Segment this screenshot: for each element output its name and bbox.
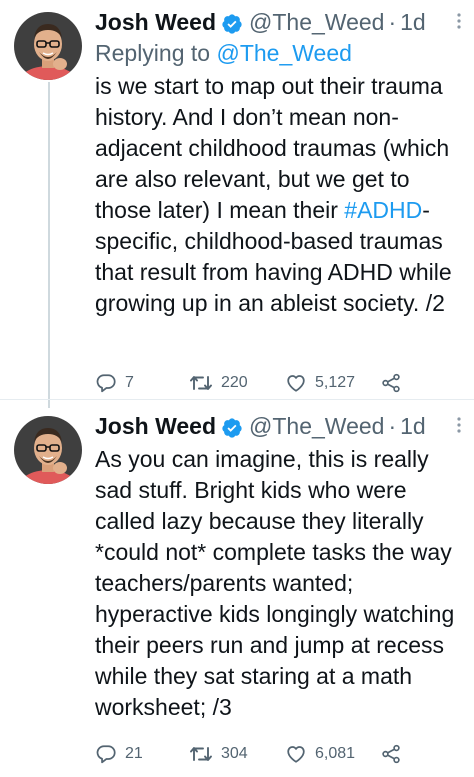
heart-icon	[285, 743, 307, 765]
hashtag-link[interactable]: #ADHD	[344, 197, 422, 223]
reply-icon	[95, 743, 117, 765]
author-handle[interactable]: @The_Weed	[249, 410, 384, 442]
retweet-button[interactable]: 304	[189, 743, 248, 765]
author-handle[interactable]: @The_Weed	[249, 6, 384, 38]
tweet-timestamp[interactable]: 1d	[400, 6, 426, 38]
reply-button[interactable]: 7	[95, 372, 134, 394]
retweet-button[interactable]: 220	[189, 372, 248, 394]
like-button[interactable]: 6,081	[285, 743, 355, 765]
replying-to-line: Replying to @The_Weed	[95, 38, 460, 69]
verified-badge-icon	[221, 11, 243, 34]
heart-icon	[285, 372, 307, 394]
reply-button[interactable]: 21	[95, 743, 143, 765]
like-count: 6,081	[315, 745, 356, 762]
display-name[interactable]: Josh Weed	[95, 6, 216, 38]
like-count: 5,127	[315, 374, 356, 391]
tweet-thread: Josh Weed @The_Weed · 1d Replying to @Th…	[0, 0, 474, 777]
share-button[interactable]	[380, 743, 402, 765]
tweet-text: As you can imagine, this is really sad s…	[95, 446, 455, 720]
reply-count: 21	[125, 745, 143, 762]
replying-to-label: Replying to	[95, 40, 211, 66]
display-name[interactable]: Josh Weed	[95, 410, 216, 442]
reply-mention-link[interactable]: @The_Weed	[216, 40, 351, 66]
tweet-content: Josh Weed @The_Weed · 1d Replying to @Th…	[95, 6, 462, 393]
retweet-icon	[189, 372, 213, 394]
header-separator: ·	[388, 9, 397, 35]
tweet-timestamp[interactable]: 1d	[400, 410, 426, 442]
header-separator: ·	[388, 413, 397, 439]
verified-badge-icon	[221, 415, 243, 438]
retweet-count: 220	[221, 374, 248, 391]
reply-count: 7	[125, 374, 134, 391]
tweet-content: Josh Weed @The_Weed · 1d As you can imag…	[95, 410, 462, 764]
tweet[interactable]: Josh Weed @The_Weed · 1d As you can imag…	[0, 400, 474, 777]
retweet-icon	[189, 743, 213, 765]
more-options-icon[interactable]	[456, 12, 462, 30]
tweet-text: is we start to map out their trauma hist…	[95, 71, 460, 319]
like-button[interactable]: 5,127	[285, 372, 355, 394]
tweet[interactable]: Josh Weed @The_Weed · 1d Replying to @Th…	[0, 0, 474, 400]
tweet-header: Josh Weed @The_Weed · 1d	[95, 410, 460, 442]
tweet-header: Josh Weed @The_Weed · 1d	[95, 6, 460, 38]
retweet-count: 304	[221, 745, 248, 762]
more-options-icon[interactable]	[456, 416, 462, 434]
share-button[interactable]	[380, 372, 402, 394]
avatar[interactable]	[14, 416, 82, 484]
avatar[interactable]	[14, 12, 82, 80]
share-icon	[380, 743, 402, 765]
share-icon	[380, 372, 402, 394]
reply-icon	[95, 372, 117, 394]
